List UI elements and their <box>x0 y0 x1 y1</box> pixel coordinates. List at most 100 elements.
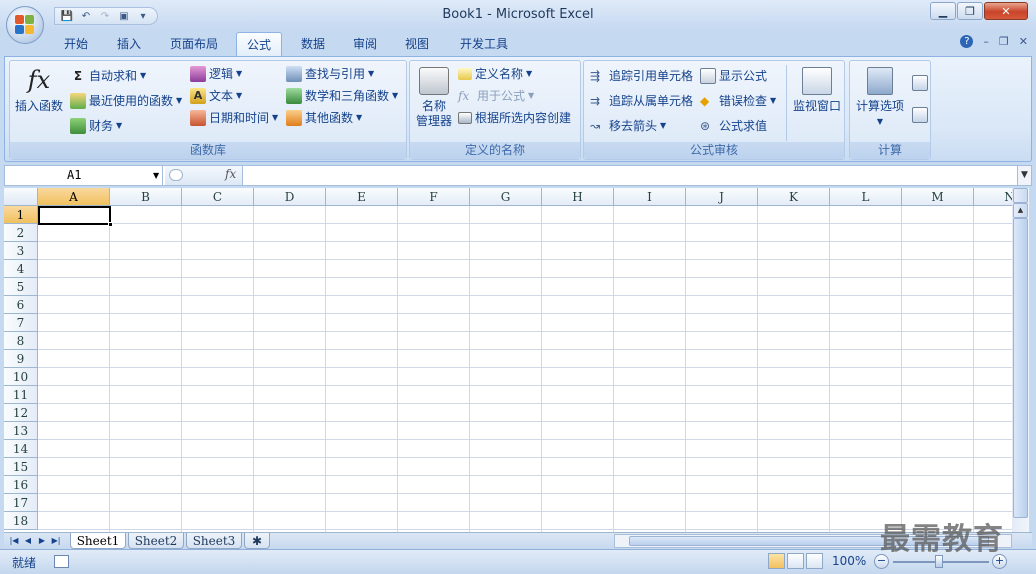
datetime-button[interactable]: 日期和时间 ▼ <box>190 109 278 126</box>
use-in-formula-button[interactable]: fx 用于公式 ▼ <box>458 87 534 104</box>
page-layout-view-icon[interactable] <box>787 553 804 569</box>
next-sheet-icon[interactable]: ▶ <box>36 534 48 548</box>
row-header[interactable]: 8 <box>4 332 38 350</box>
office-button[interactable] <box>6 6 44 44</box>
sheet-tab-2[interactable]: Sheet2 <box>128 533 184 549</box>
row-header[interactable]: 12 <box>4 404 38 422</box>
evaluate-formula-button[interactable]: ⊛ 公式求值 <box>700 117 767 134</box>
column-header[interactable]: C <box>182 188 254 206</box>
help-icon[interactable]: ? <box>960 35 974 48</box>
logical-button[interactable]: 逻辑 ▼ <box>190 65 242 82</box>
financial-button[interactable]: 财务 ▼ <box>70 117 122 134</box>
tab-insert[interactable]: 插入 <box>106 32 152 56</box>
row-header[interactable]: 15 <box>4 458 38 476</box>
column-header[interactable]: J <box>686 188 758 206</box>
active-cell[interactable] <box>38 206 111 225</box>
close-button[interactable]: ✕ <box>984 2 1028 20</box>
row-header[interactable]: 7 <box>4 314 38 332</box>
tab-developer[interactable]: 开发工具 <box>450 32 518 56</box>
row-header[interactable]: 5 <box>4 278 38 296</box>
show-formulas-button[interactable]: 显示公式 <box>700 67 767 84</box>
column-header[interactable]: L <box>830 188 902 206</box>
expand-formula-bar-icon[interactable]: ▼ <box>1017 166 1031 185</box>
select-all-corner[interactable] <box>4 188 38 206</box>
vertical-scrollbar[interactable]: ▲ <box>1012 188 1029 532</box>
column-header[interactable]: K <box>758 188 830 206</box>
maximize-button[interactable]: ❐ <box>957 2 983 20</box>
macro-record-icon[interactable] <box>54 555 69 568</box>
minimize-button[interactable]: ▁ <box>930 2 956 20</box>
row-header[interactable]: 9 <box>4 350 38 368</box>
remove-arrows-button[interactable]: ↝ 移去箭头 ▼ <box>590 117 666 134</box>
workbook-close-button[interactable]: ✕ <box>1019 35 1028 48</box>
column-header[interactable]: B <box>110 188 182 206</box>
column-header[interactable]: E <box>326 188 398 206</box>
workbook-minimize-button[interactable]: – <box>983 35 989 48</box>
page-break-view-icon[interactable] <box>806 553 823 569</box>
scroll-thumb[interactable] <box>1013 218 1028 518</box>
row-header[interactable]: 4 <box>4 260 38 278</box>
column-header[interactable]: M <box>902 188 974 206</box>
split-box-icon[interactable] <box>1013 188 1028 203</box>
name-manager-button[interactable]: 名称 管理器 <box>414 67 454 129</box>
text-button[interactable]: A 文本 ▼ <box>190 87 242 104</box>
tab-formulas[interactable]: 公式 <box>236 32 282 56</box>
trace-precedents-button[interactable]: ⇶ 追踪引用单元格 <box>590 67 693 84</box>
row-header[interactable]: 2 <box>4 224 38 242</box>
column-header[interactable]: A <box>38 188 110 206</box>
row-header[interactable]: 10 <box>4 368 38 386</box>
chevron-down-icon[interactable]: ▼ <box>153 171 159 180</box>
tab-home[interactable]: 开始 <box>52 32 100 56</box>
column-header[interactable]: N <box>974 188 1016 206</box>
row-header[interactable]: 6 <box>4 296 38 314</box>
watch-window-icon <box>802 67 832 95</box>
trace-dependents-button[interactable]: ⇉ 追踪从属单元格 <box>590 92 693 109</box>
insert-function-button[interactable]: fx 插入函数 <box>14 65 64 114</box>
column-header[interactable]: G <box>470 188 542 206</box>
watch-window-button[interactable]: 监视窗口 <box>790 67 844 114</box>
sheet-tab-1[interactable]: Sheet1 <box>70 533 126 549</box>
formula-input[interactable] <box>245 166 1015 185</box>
row-header[interactable]: 14 <box>4 440 38 458</box>
sheet-tab-3[interactable]: Sheet3 <box>186 533 242 549</box>
row-header[interactable]: 13 <box>4 422 38 440</box>
insert-function-icon[interactable]: fx <box>225 167 236 181</box>
name-box[interactable]: A1 <box>5 166 163 185</box>
last-sheet-icon[interactable]: ▶| <box>50 534 62 548</box>
more-functions-button[interactable]: 其他函数 ▼ <box>286 109 362 126</box>
scroll-up-icon[interactable]: ▲ <box>1013 203 1028 218</box>
worksheet-grid[interactable]: A B C D E F G H I J K L M N 1 2 3 4 5 6 7 8 9 10 11 12 13 14 15 16 17 1… <box>4 188 1016 532</box>
row-header[interactable]: 17 <box>4 494 38 512</box>
tab-data[interactable]: 数据 <box>290 32 336 56</box>
row-header[interactable]: 16 <box>4 476 38 494</box>
row-header[interactable]: 18 <box>4 512 38 530</box>
recent-functions-button[interactable]: 最近使用的函数 ▼ <box>70 92 182 109</box>
normal-view-icon[interactable] <box>768 553 785 569</box>
column-header[interactable]: D <box>254 188 326 206</box>
row-header[interactable]: 3 <box>4 242 38 260</box>
create-from-selection-button[interactable]: 根据所选内容创建 <box>458 109 571 126</box>
tab-view[interactable]: 视图 <box>394 32 440 56</box>
calculation-options-button[interactable]: 计算选项 ▼ <box>852 67 908 129</box>
lookup-button[interactable]: 查找与引用 ▼ <box>286 65 374 82</box>
error-checking-button[interactable]: ◆ 错误检查 ▼ <box>700 92 776 109</box>
tab-page-layout[interactable]: 页面布局 <box>160 32 228 56</box>
column-header[interactable]: H <box>542 188 614 206</box>
first-sheet-icon[interactable]: |◀ <box>8 534 20 548</box>
tab-review[interactable]: 审阅 <box>342 32 388 56</box>
column-header[interactable]: I <box>614 188 686 206</box>
math-button[interactable]: 数学和三角函数 ▼ <box>286 87 398 104</box>
row-header[interactable]: 1 <box>4 206 38 224</box>
row-header[interactable]: 11 <box>4 386 38 404</box>
workbook-restore-button[interactable]: ❐ <box>999 35 1009 48</box>
column-header[interactable]: F <box>398 188 470 206</box>
fill-handle[interactable] <box>108 222 113 227</box>
autosum-button[interactable]: Σ 自动求和 ▼ <box>70 67 146 84</box>
define-name-button[interactable]: 定义名称 ▼ <box>458 65 532 82</box>
insert-sheet-icon[interactable]: ✱ <box>244 533 270 549</box>
zoom-level[interactable]: 100% <box>832 554 866 568</box>
formula-bar-handle-icon[interactable] <box>169 169 183 181</box>
calculate-now-icon[interactable] <box>912 75 928 91</box>
calculate-sheet-icon[interactable] <box>912 107 928 123</box>
prev-sheet-icon[interactable]: ◀ <box>22 534 34 548</box>
